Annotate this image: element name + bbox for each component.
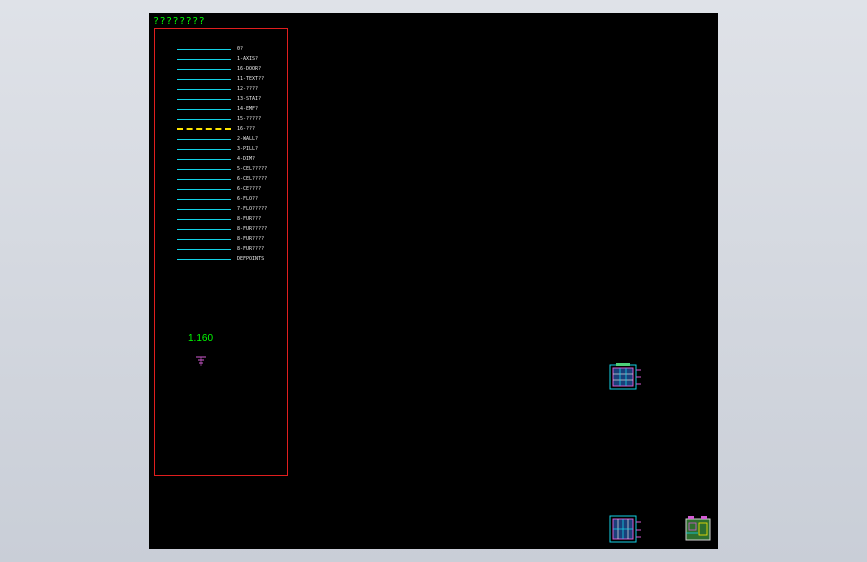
legend-line-sample xyxy=(177,109,231,110)
legend-label: 6-CE???? xyxy=(237,186,262,192)
legend-label: 7-FLO????? xyxy=(237,206,268,212)
legend-label: 8-FUR???? xyxy=(237,246,265,252)
floor-plan-thumbnail-2[interactable] xyxy=(607,513,643,545)
legend-row: 12-???? xyxy=(177,85,287,93)
legend-line-sample xyxy=(177,59,231,60)
legend-row: 6-CEL????? xyxy=(177,175,287,183)
legend-line-sample xyxy=(177,149,231,150)
floor-plan-thumbnail-1[interactable] xyxy=(607,362,643,392)
legend-label: 5-CEL????? xyxy=(237,166,268,172)
legend-row: 6-CE???? xyxy=(177,185,287,193)
legend-label: 16-??? xyxy=(237,126,256,132)
legend-row: 14-EMF? xyxy=(177,105,287,113)
legend-line-sample xyxy=(177,159,231,160)
legend-label: 12-???? xyxy=(237,86,259,92)
legend-row: 15-????? xyxy=(177,115,287,123)
legend-label: 6-CEL????? xyxy=(237,176,268,182)
legend-line-sample xyxy=(177,229,231,230)
legend-line-sample xyxy=(177,99,231,100)
legend-row: 8-FUR???? xyxy=(177,245,287,253)
legend-row: 0? xyxy=(177,45,287,53)
legend-line-sample xyxy=(177,139,231,140)
legend-line-sample xyxy=(177,209,231,210)
legend-label: 6-FLO?? xyxy=(237,196,259,202)
legend-label: 1-AXIS? xyxy=(237,56,259,62)
legend-line-sample xyxy=(177,169,231,170)
legend-line-sample xyxy=(177,119,231,120)
legend-row: 4-DIM? xyxy=(177,155,287,163)
legend-label: 14-EMF? xyxy=(237,106,259,112)
legend-label: 0? xyxy=(237,46,244,52)
legend-row: 8-FUR???? xyxy=(177,235,287,243)
legend-line-sample xyxy=(177,259,231,260)
legend-line-sample xyxy=(177,249,231,250)
legend-label: 3-PILL? xyxy=(237,146,259,152)
drawing-canvas[interactable]: ???????? 0? 1-AXIS? 16-DOOR? 11-TEXT?? 12-??… xyxy=(149,13,718,549)
legend-row: 7-FLO????? xyxy=(177,205,287,213)
legend-row: 8-FUR??? xyxy=(177,215,287,223)
legend-line-sample xyxy=(177,128,231,130)
legend-line-sample xyxy=(177,189,231,190)
legend-label: DEFPOINTS xyxy=(237,256,265,262)
legend-line-sample xyxy=(177,179,231,180)
legend-row: DEFPOINTS xyxy=(177,255,287,263)
legend-line-sample xyxy=(177,89,231,90)
legend-line-sample xyxy=(177,199,231,200)
drawing-title: ???????? xyxy=(153,16,206,27)
legend-row: 1-AXIS? xyxy=(177,55,287,63)
floor-plan-thumbnail-3[interactable] xyxy=(684,516,712,542)
legend-label: 15-????? xyxy=(237,116,262,122)
scale-symbol-icon xyxy=(196,356,206,366)
legend-frame: 0? 1-AXIS? 16-DOOR? 11-TEXT?? 12-???? 13-STAI… xyxy=(154,28,288,476)
legend-label: 8-FUR??? xyxy=(237,216,262,222)
legend-row: 16-??? xyxy=(177,125,287,133)
legend-row: 13-STAI? xyxy=(177,95,287,103)
legend-label: 11-TEXT?? xyxy=(237,76,265,82)
legend-row: 11-TEXT?? xyxy=(177,75,287,83)
legend-row: 8-FUR????? xyxy=(177,225,287,233)
legend-line-sample xyxy=(177,219,231,220)
legend-label: 2-WALL? xyxy=(237,136,259,142)
legend-label: 16-DOOR? xyxy=(237,66,262,72)
legend-label: 8-FUR???? xyxy=(237,236,265,242)
legend-row: 3-PILL? xyxy=(177,145,287,153)
legend-line-sample xyxy=(177,79,231,80)
scale-label: 1.160 xyxy=(188,333,214,344)
legend-row: 5-CEL????? xyxy=(177,165,287,173)
legend-label: 4-DIM? xyxy=(237,156,256,162)
legend-label: 13-STAI? xyxy=(237,96,262,102)
legend-label: 8-FUR????? xyxy=(237,226,268,232)
legend-row: 2-WALL? xyxy=(177,135,287,143)
legend-row: 16-DOOR? xyxy=(177,65,287,73)
legend-line-sample xyxy=(177,239,231,240)
legend-line-sample xyxy=(177,69,231,70)
legend-row: 6-FLO?? xyxy=(177,195,287,203)
legend-line-sample xyxy=(177,49,231,50)
